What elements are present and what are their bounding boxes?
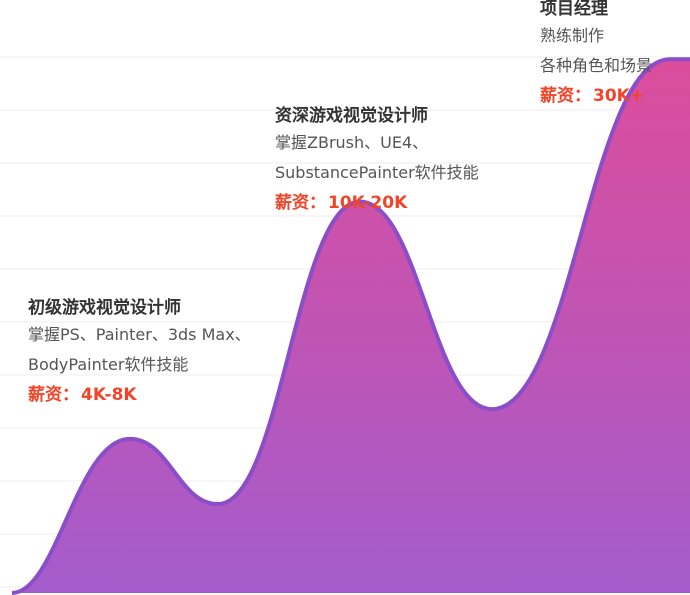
junior-designer-title: 初级游戏视觉设计师 bbox=[28, 298, 181, 318]
salary-label: 薪资： bbox=[28, 385, 79, 405]
senior-designer-skills-line-1: 掌握ZBrush、UE4、 bbox=[275, 133, 429, 152]
salary-label: 薪资： bbox=[540, 86, 591, 106]
salary-label: 薪资： bbox=[275, 193, 326, 213]
salary-value: 4K-8K bbox=[81, 385, 137, 405]
salary-value: 10K-20K bbox=[328, 193, 408, 213]
senior-designer-block: 资深游戏视觉设计师 掌握ZBrush、UE4、 SubstancePainter… bbox=[275, 104, 479, 218]
project-manager-salary: 薪资： 30K+ bbox=[540, 81, 652, 111]
project-manager-skills-line-1: 熟练制作 bbox=[540, 26, 605, 45]
project-manager-skills-line-2: 各种角色和场景 bbox=[540, 56, 653, 75]
career-growth-chart: 初级游戏视觉设计师 掌握PS、Painter、3ds Max、 BodyPain… bbox=[0, 0, 690, 595]
project-manager-title: 项目经理 bbox=[540, 0, 608, 19]
project-manager-block: 项目经理 熟练制作 各种角色和场景 薪资： 30K+ bbox=[540, 0, 652, 111]
junior-designer-block: 初级游戏视觉设计师 掌握PS、Painter、3ds Max、 BodyPain… bbox=[28, 296, 251, 410]
junior-designer-salary: 薪资： 4K-8K bbox=[28, 380, 251, 410]
junior-designer-skills-line-2: BodyPainter软件技能 bbox=[28, 355, 189, 374]
senior-designer-title: 资深游戏视觉设计师 bbox=[275, 106, 428, 126]
senior-designer-skills-line-2: SubstancePainter软件技能 bbox=[275, 163, 479, 182]
junior-designer-skills-line-1: 掌握PS、Painter、3ds Max、 bbox=[28, 325, 251, 344]
senior-designer-salary: 薪资： 10K-20K bbox=[275, 188, 479, 218]
salary-value: 30K+ bbox=[593, 86, 645, 106]
